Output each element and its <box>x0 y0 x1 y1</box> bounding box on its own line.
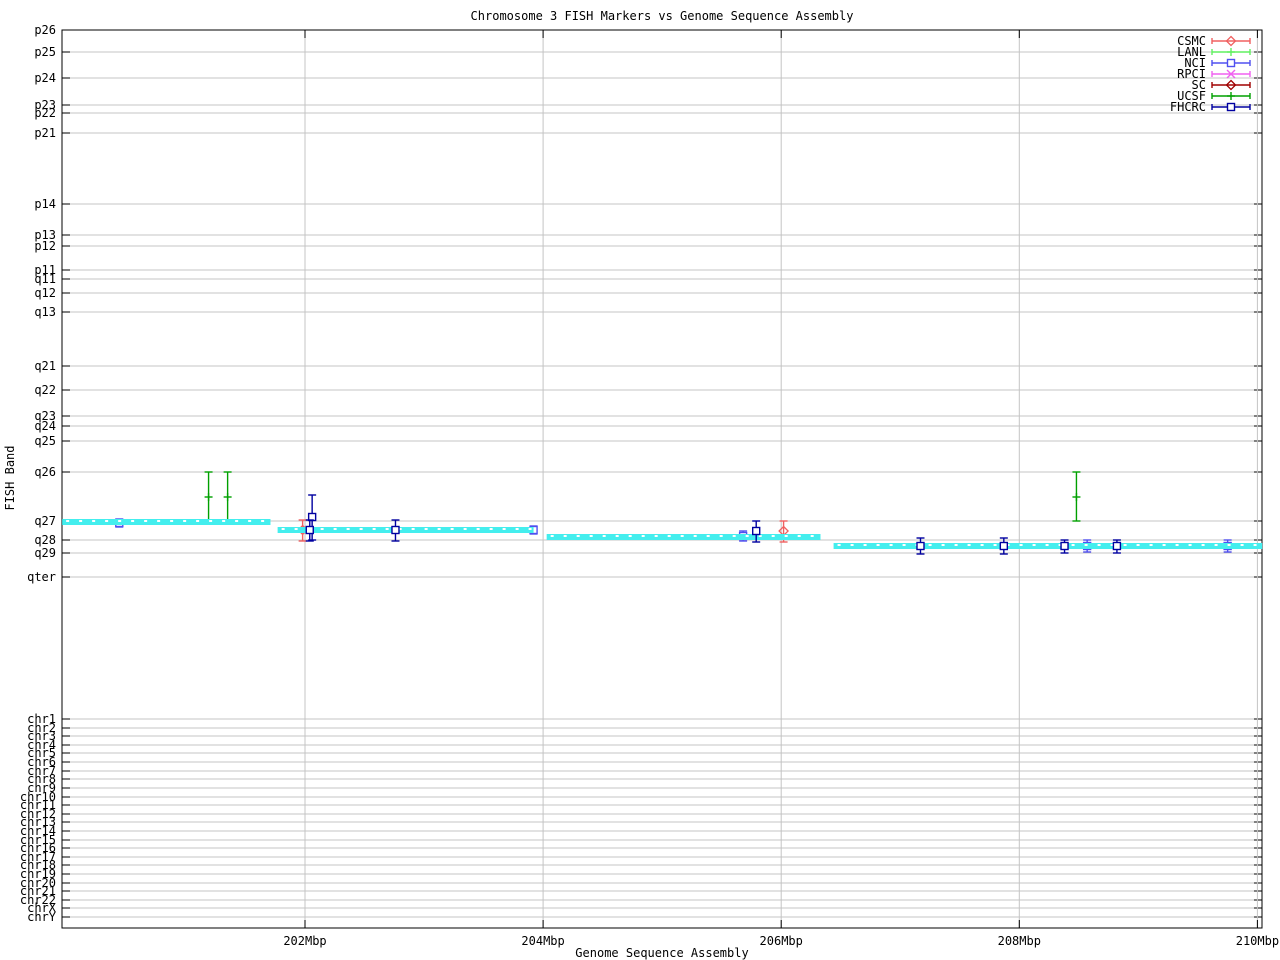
y-tick-label: q24 <box>34 419 56 433</box>
y-axis-title: FISH Band <box>3 445 17 510</box>
y-tick-label: p14 <box>34 197 56 211</box>
FHCRC-square-marker <box>753 528 760 535</box>
y-tick-label: p24 <box>34 71 56 85</box>
y-tick-label: q12 <box>34 286 56 300</box>
x-tick-label: 208Mbp <box>998 934 1041 948</box>
FHCRC-square-marker <box>1113 543 1120 550</box>
y-tick-label: chrY <box>27 910 57 924</box>
y-tick-label: p21 <box>34 126 56 140</box>
y-tick-label: q27 <box>34 514 56 528</box>
y-tick-label: p12 <box>34 239 56 253</box>
y-tick-label: q21 <box>34 359 56 373</box>
y-tick-label: q29 <box>34 546 56 560</box>
y-tick-label: q28 <box>34 533 56 547</box>
legend-fhcrc-square-marker <box>1228 104 1235 111</box>
x-tick-label: 202Mbp <box>283 934 326 948</box>
legend-label-fhcrc: FHCRC <box>1170 100 1206 114</box>
FHCRC-square-marker <box>306 527 313 534</box>
y-tick-label: p22 <box>34 106 56 120</box>
chart-title: Chromosome 3 FISH Markers vs Genome Sequ… <box>471 9 854 23</box>
x-tick-label: 210Mbp <box>1236 934 1279 948</box>
y-tick-label: q13 <box>34 305 56 319</box>
y-tick-label: q26 <box>34 465 56 479</box>
x-axis-title: Genome Sequence Assembly <box>575 946 748 960</box>
y-tick-label: q25 <box>34 434 56 448</box>
y-tick-label: p25 <box>34 45 56 59</box>
fish-band-segment <box>278 527 534 533</box>
y-tick-label: q22 <box>34 383 56 397</box>
FHCRC-square-marker <box>392 527 399 534</box>
plot-border <box>62 30 1262 928</box>
y-tick-label: q11 <box>34 272 56 286</box>
y-tick-label: qter <box>27 570 56 584</box>
FHCRC-square-marker <box>1000 543 1007 550</box>
legend-nci-square-marker <box>1228 60 1235 67</box>
chart-page: p26p25p24p23p22p21p14p13p12p11q11q12q13q… <box>0 0 1280 960</box>
fish-marker-chart: p26p25p24p23p22p21p14p13p12p11q11q12q13q… <box>0 0 1280 960</box>
x-tick-label: 206Mbp <box>760 934 803 948</box>
x-tick-label: 204Mbp <box>521 934 564 948</box>
FHCRC-square-marker <box>1061 543 1068 550</box>
y-tick-label: p26 <box>34 23 56 37</box>
FHCRC-square-marker <box>917 543 924 550</box>
